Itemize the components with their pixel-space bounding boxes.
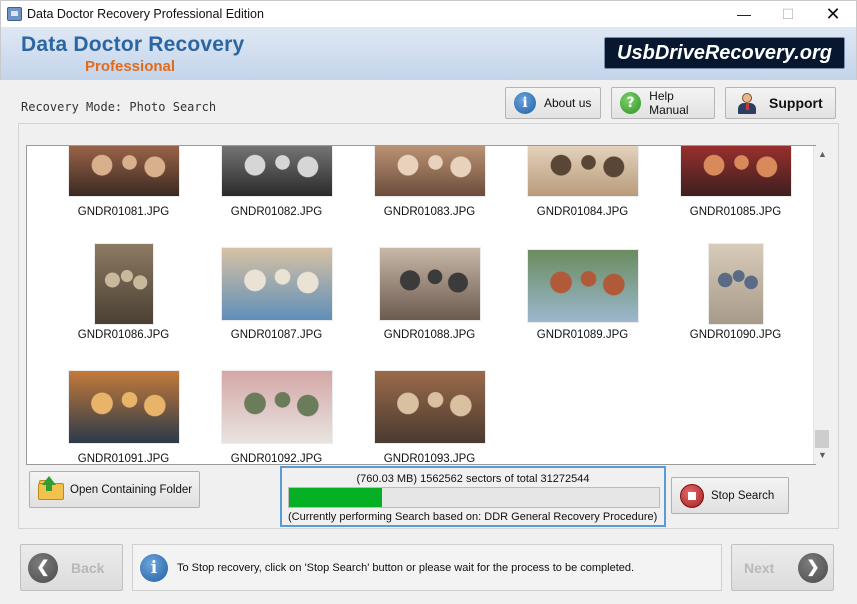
support-label: Support	[769, 95, 823, 111]
back-label: Back	[71, 560, 105, 576]
file-thumbnail-tile[interactable]: GNDR01091.JPG	[47, 146, 200, 464]
help-manual-label: Help Manual	[649, 89, 689, 117]
file-name: GNDR01092.JPG	[230, 453, 323, 465]
brand-title: Data Doctor Recovery	[21, 33, 245, 56]
brand-subtitle: Professional	[85, 58, 176, 75]
search-progress-panel: (760.03 MB) 1562562 sectors of total 312…	[280, 466, 666, 527]
scroll-down-icon[interactable]: ▼	[814, 447, 831, 464]
photo-thumbnail	[528, 250, 638, 322]
title-bar: Data Doctor Recovery Professional Editio…	[0, 0, 857, 27]
file-thumbnail-tile[interactable]: GNDR01092.JPG	[200, 146, 353, 464]
minimize-button[interactable]: —	[721, 1, 767, 28]
mode-row: Recovery Mode: Photo Search i About us ?…	[0, 80, 857, 124]
info-message: To Stop recovery, click on 'Stop Search'…	[177, 562, 635, 574]
support-person-icon	[735, 91, 759, 115]
photo-thumbnail	[709, 244, 763, 324]
file-name: GNDR01089.JPG	[536, 329, 629, 341]
file-name: GNDR01091.JPG	[77, 453, 170, 465]
recovered-files-grid: GNDR01081.JPG GNDR01082.JPG GNDR01083.JPG G…	[26, 145, 816, 465]
open-folder-label: Open Containing Folder	[70, 484, 193, 496]
arrow-right-icon: ❯	[798, 553, 828, 583]
next-button[interactable]: Next ❯	[731, 544, 834, 591]
open-containing-folder-button[interactable]: Open Containing Folder	[29, 471, 200, 508]
sectors-status: (760.03 MB) 1562562 sectors of total 312…	[356, 473, 590, 485]
scroll-thumb[interactable]	[815, 430, 829, 448]
close-button[interactable]: ✕	[810, 1, 856, 28]
about-us-button[interactable]: i About us	[505, 87, 601, 119]
support-button[interactable]: Support	[725, 87, 836, 119]
file-name: GNDR01090.JPG	[689, 329, 782, 341]
maximize-button[interactable]: ☐	[765, 1, 811, 28]
back-button[interactable]: ❮ Back	[20, 544, 123, 591]
file-thumbnail-tile[interactable]: GNDR01093.JPG	[353, 146, 506, 464]
stop-search-button[interactable]: Stop Search	[671, 477, 789, 514]
stop-search-label: Stop Search	[711, 490, 775, 502]
folder-icon	[38, 476, 64, 500]
file-thumbnail-tile[interactable]: GNDR01090.JPG	[659, 146, 812, 341]
arrow-left-icon: ❮	[28, 553, 58, 583]
photo-thumbnail	[69, 371, 179, 443]
photo-thumbnail	[375, 371, 485, 443]
recovery-mode-label: Recovery Mode: Photo Search	[21, 100, 217, 114]
help-icon: ?	[620, 92, 642, 114]
procedure-status: (Currently performing Search based on: D…	[288, 511, 658, 523]
grid-scrollbar[interactable]: ▲ ▼	[813, 146, 830, 464]
info-message-bar: i To Stop recovery, click on 'Stop Searc…	[132, 544, 722, 591]
file-name: GNDR01086.JPG	[77, 329, 170, 341]
progress-bar	[288, 487, 660, 508]
footer-bar: ❮ Back i To Stop recovery, click on 'Sto…	[0, 531, 857, 604]
file-thumbnail-tile[interactable]: GNDR01089.JPG	[506, 146, 659, 341]
file-name: GNDR01087.JPG	[230, 329, 323, 341]
file-name: GNDR01093.JPG	[383, 453, 476, 465]
next-label: Next	[744, 560, 775, 576]
website-badge: UsbDriveRecovery.org	[604, 37, 845, 69]
stop-icon	[680, 484, 704, 508]
progress-bar-fill	[289, 488, 382, 507]
app-header: Data Doctor Recovery Professional UsbDri…	[0, 27, 857, 80]
about-us-label: About us	[544, 96, 592, 110]
file-name: GNDR01088.JPG	[383, 329, 476, 341]
photo-thumbnail	[222, 371, 332, 443]
info-icon: i	[140, 554, 168, 582]
window-title: Data Doctor Recovery Professional Editio…	[27, 7, 264, 21]
info-icon: i	[514, 92, 536, 114]
app-icon	[7, 7, 22, 21]
scroll-up-icon[interactable]: ▲	[814, 146, 831, 163]
help-manual-button[interactable]: ? Help Manual	[611, 87, 715, 119]
